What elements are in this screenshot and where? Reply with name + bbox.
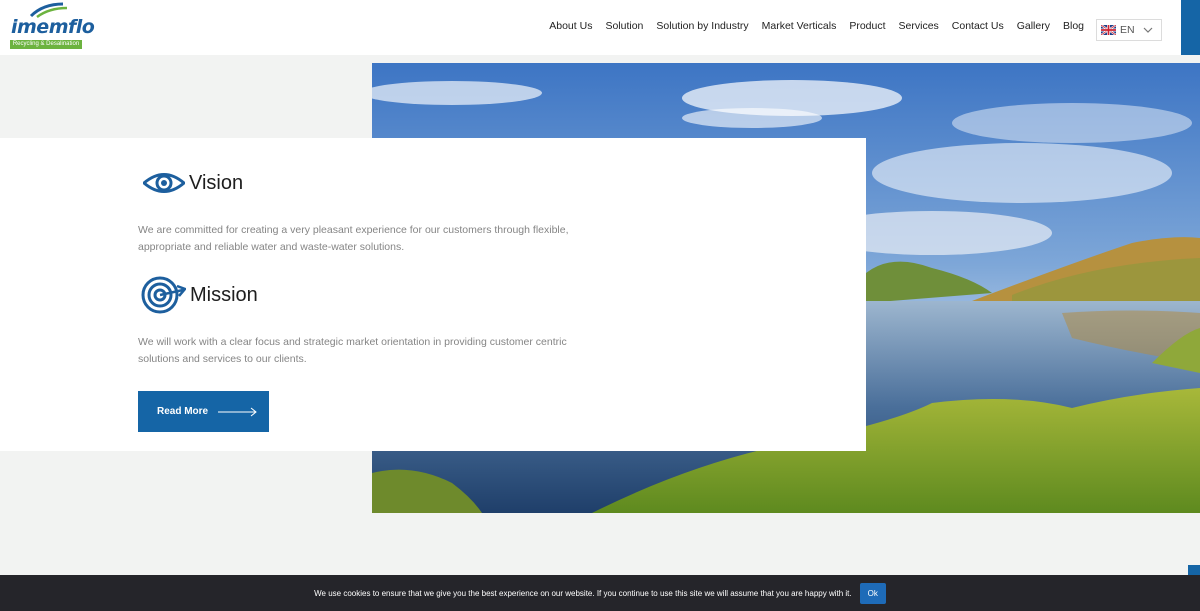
eye-icon [143, 173, 185, 193]
side-panel-tab[interactable] [1181, 0, 1200, 55]
read-more-button[interactable]: Read More [138, 391, 269, 432]
mission-heading: Mission [141, 276, 258, 314]
mission-title: Mission [190, 283, 258, 306]
uk-flag-icon [1101, 25, 1116, 35]
nav-services[interactable]: Services [899, 20, 939, 32]
nav-contact-us[interactable]: Contact Us [952, 20, 1004, 32]
vision-mission-card: Vision We are committed for creating a v… [0, 138, 866, 451]
nav-about-us[interactable]: About Us [549, 20, 592, 32]
cookie-ok-button[interactable]: Ok [859, 582, 886, 604]
nav-product[interactable]: Product [849, 20, 885, 32]
nav-gallery[interactable]: Gallery [1017, 20, 1050, 32]
logo-tagline: Recycling & Desalination [10, 40, 82, 49]
cookie-consent-bar: We use cookies to ensure that we give yo… [0, 575, 1200, 611]
site-header: imemflo Recycling & Desalination About U… [0, 0, 1200, 55]
language-label: EN [1120, 24, 1135, 36]
arrow-right-icon [218, 407, 257, 416]
language-selector[interactable]: EN [1096, 19, 1162, 41]
nav-solution[interactable]: Solution [605, 20, 643, 32]
nav-solution-by-industry[interactable]: Solution by Industry [656, 20, 748, 32]
mission-text: We will work with a clear focus and stra… [138, 336, 567, 365]
chevron-down-icon [1143, 27, 1153, 33]
vision-text: We are committed for creating a very ple… [138, 224, 569, 253]
nav-market-verticals[interactable]: Market Verticals [762, 20, 837, 32]
target-icon [141, 276, 186, 314]
read-more-label: Read More [157, 406, 209, 417]
main-nav: About Us Solution Solution by Industry M… [549, 20, 1084, 32]
vision-title: Vision [189, 171, 244, 194]
logo-wordmark: imemflo [11, 16, 95, 38]
cookie-message: We use cookies to ensure that we give yo… [314, 588, 852, 598]
nav-blog[interactable]: Blog [1063, 20, 1084, 32]
vision-heading: Vision [143, 168, 243, 198]
brand-logo[interactable]: imemflo Recycling & Desalination [9, 2, 95, 54]
